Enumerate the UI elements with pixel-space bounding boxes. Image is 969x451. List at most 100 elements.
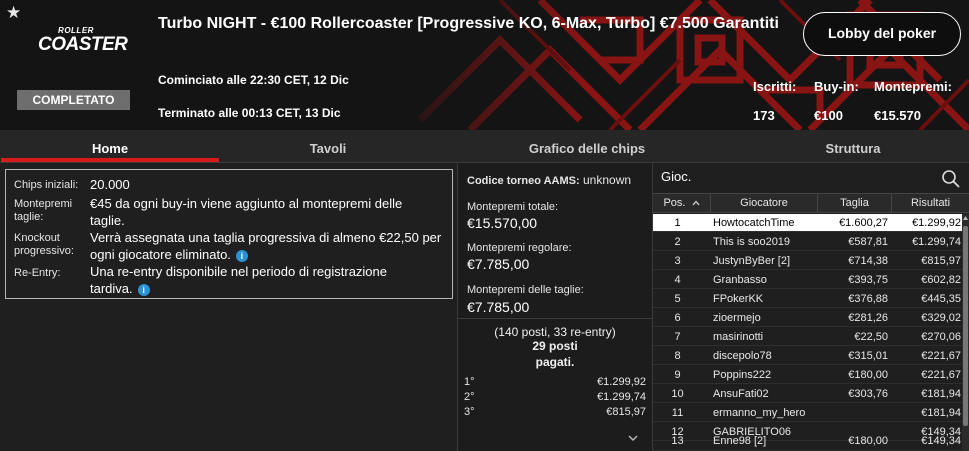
starting-chips-value: 20.000 [90,177,130,192]
tab-chip-graph[interactable]: Grafico delle chips [437,130,737,163]
search-icon[interactable] [941,169,961,189]
table-row[interactable]: 9 Poppins222 €180,00 €221,67 [653,366,963,384]
row-result: €445,35 [921,293,961,305]
active-tab-indicator [1,158,219,162]
chevron-down-icon[interactable] [628,433,638,443]
status-badge: COMPLETATO [17,90,130,110]
prize-divider [458,318,652,319]
reentry-value: Una re-entry disponibile nel periodo di … [90,264,388,296]
scrollbar-thumb[interactable] [963,226,968,426]
table-row[interactable]: 7 masirinotti €22,50 €270,06 [653,328,963,346]
col-pos-label: Pos. [663,197,686,209]
sort-up-icon [692,200,699,206]
table-row[interactable]: 10 AnsuFati02 €303,76 €181,94 [653,385,963,403]
favorite-star-icon[interactable]: ★ [6,3,21,23]
tab-structure[interactable]: Struttura [737,130,969,163]
table-row[interactable]: 4 Granbasso €393,75 €602,82 [653,271,963,289]
row-player-name: AnsuFati02 [713,388,769,400]
row-player-name: This is soo2019 [713,236,791,248]
row-result: €221,67 [921,369,961,381]
row-result: €1.299,92 [912,217,961,229]
row-bounty: €315,01 [848,350,888,362]
col-player-header[interactable]: Giocatore [711,194,818,212]
bounty-prize-value: €7.785,00 [467,299,530,315]
end-time: Terminato alle 00:13 CET, 13 Dic [158,106,341,120]
row-position: 6 [674,312,681,324]
prizepool-value: €15.570 [874,108,921,123]
row-player-name: discepolo78 [713,350,772,362]
regular-prize-value: €7.785,00 [467,256,530,272]
payout-amount: €815,97 [606,406,646,418]
knockout-info-icon[interactable]: i [235,249,248,262]
col-pos-header[interactable]: Pos. [653,194,711,212]
aams-value: unknown [583,173,632,187]
payout-position: 1° [464,376,475,388]
col-bounty-header[interactable]: Taglia [818,194,892,212]
table-row[interactable]: 13 Enne98 [2] €180,00 €149,34 [653,432,963,451]
row-bounty: €1.600,27 [839,217,888,229]
payout-position: 3° [464,406,475,418]
knockout-value-wrap: Verrà assegnata una taglia progressiva d… [90,229,445,263]
table-row[interactable]: 3 JustynByBer [2] €714,38 €815,97 [653,252,963,270]
players-scrollbar[interactable] [962,214,969,451]
start-time: Cominciato alle 22:30 CET, 12 Dic [158,73,349,87]
payout-amount: €1.299,74 [597,391,646,403]
row-player-name: HowtocatchTime [713,217,795,229]
table-row[interactable]: 1 HowtocatchTime €1.600,27 €1.299,92 [653,214,963,232]
table-row[interactable]: 11 ermanno_my_hero €181,94 [653,404,963,422]
row-position: 5 [674,293,681,305]
table-row[interactable]: 6 zioermejo €281,26 €329,02 [653,309,963,327]
row-bounty: €180,00 [848,369,888,381]
row-result: €221,67 [921,350,961,362]
row-bounty: €587,81 [848,236,888,248]
bounty-pool-value: €45 da ogni buy-in viene aggiunto al mon… [90,196,403,228]
tab-bar: Home Tavoli Grafico delle chips Struttur… [0,130,969,163]
reentry-value-wrap: Una re-entry disponibile nel periodo di … [90,263,430,297]
col-result-header[interactable]: Risultati [892,194,969,212]
row-player-name: masirinotti [713,331,764,343]
entries-note: (140 posti, 33 re-entry) [494,325,616,339]
total-prize-label: Montepremi totale: [467,201,559,213]
tournament-header: ★ ROLLER COASTER COMPLETATO Turbo NIGHT … [0,0,969,130]
row-player-name: ermanno_my_hero [713,407,806,419]
row-bounty: €714,38 [848,255,888,267]
row-position: 4 [674,274,681,286]
row-position: 11 [671,407,684,419]
starting-chips-label: Chips iniziali: [14,179,79,191]
total-prize-value: €15.570,00 [467,215,538,231]
row-result: €815,97 [921,255,961,267]
players-search-label: Gioc. [661,169,692,184]
payout-row: 2° €1.299,74 [458,391,652,405]
row-result: €149,34 [921,435,961,447]
row-result: €270,06 [921,331,961,343]
buyin-value: €100 [814,108,843,123]
row-player-name: Poppins222 [713,369,772,381]
players-table-header: Pos. Giocatore Taglia Risultati [653,193,969,213]
tab-tables[interactable]: Tavoli [219,130,437,163]
row-bounty: €376,88 [848,293,888,305]
row-result: €181,94 [921,407,961,419]
paid-places-1: 29 posti [532,339,578,353]
row-player-name: Enne98 [2] [713,435,767,447]
row-position: 9 [674,369,681,381]
table-row[interactable]: 5 FPokerKK €376,88 €445,35 [653,290,963,308]
row-position: 10 [671,388,684,400]
table-row[interactable]: 8 discepolo78 €315,01 €221,67 [653,347,963,365]
reentry-info-icon[interactable]: i [137,283,150,296]
table-row[interactable]: 2 This is soo2019 €587,81 €1.299,74 [653,233,963,251]
tournament-info-box: Chips iniziali: 20.000 Montepremi taglie… [5,169,453,299]
row-result: €1.299,74 [912,236,961,248]
scroll-up-arrow-icon[interactable] [962,214,969,222]
row-result: €329,02 [921,312,961,324]
row-player-name: zioermejo [713,312,761,324]
regular-prize-label: Montepremi regolare: [467,242,572,254]
row-bounty: €180,00 [848,435,888,447]
lobby-button[interactable]: Lobby del poker [803,12,961,56]
row-player-name: Granbasso [713,274,767,286]
row-bounty: €22,50 [854,331,888,343]
bounty-pool-label-1: Montepremi [14,198,73,210]
aams-code: Codice torneo AAMS: unknown [467,173,631,187]
rollercoaster-logo: ROLLER COASTER [38,26,128,64]
paid-places-2: pagati. [535,355,575,369]
payout-amount: €1.299,92 [597,376,646,388]
